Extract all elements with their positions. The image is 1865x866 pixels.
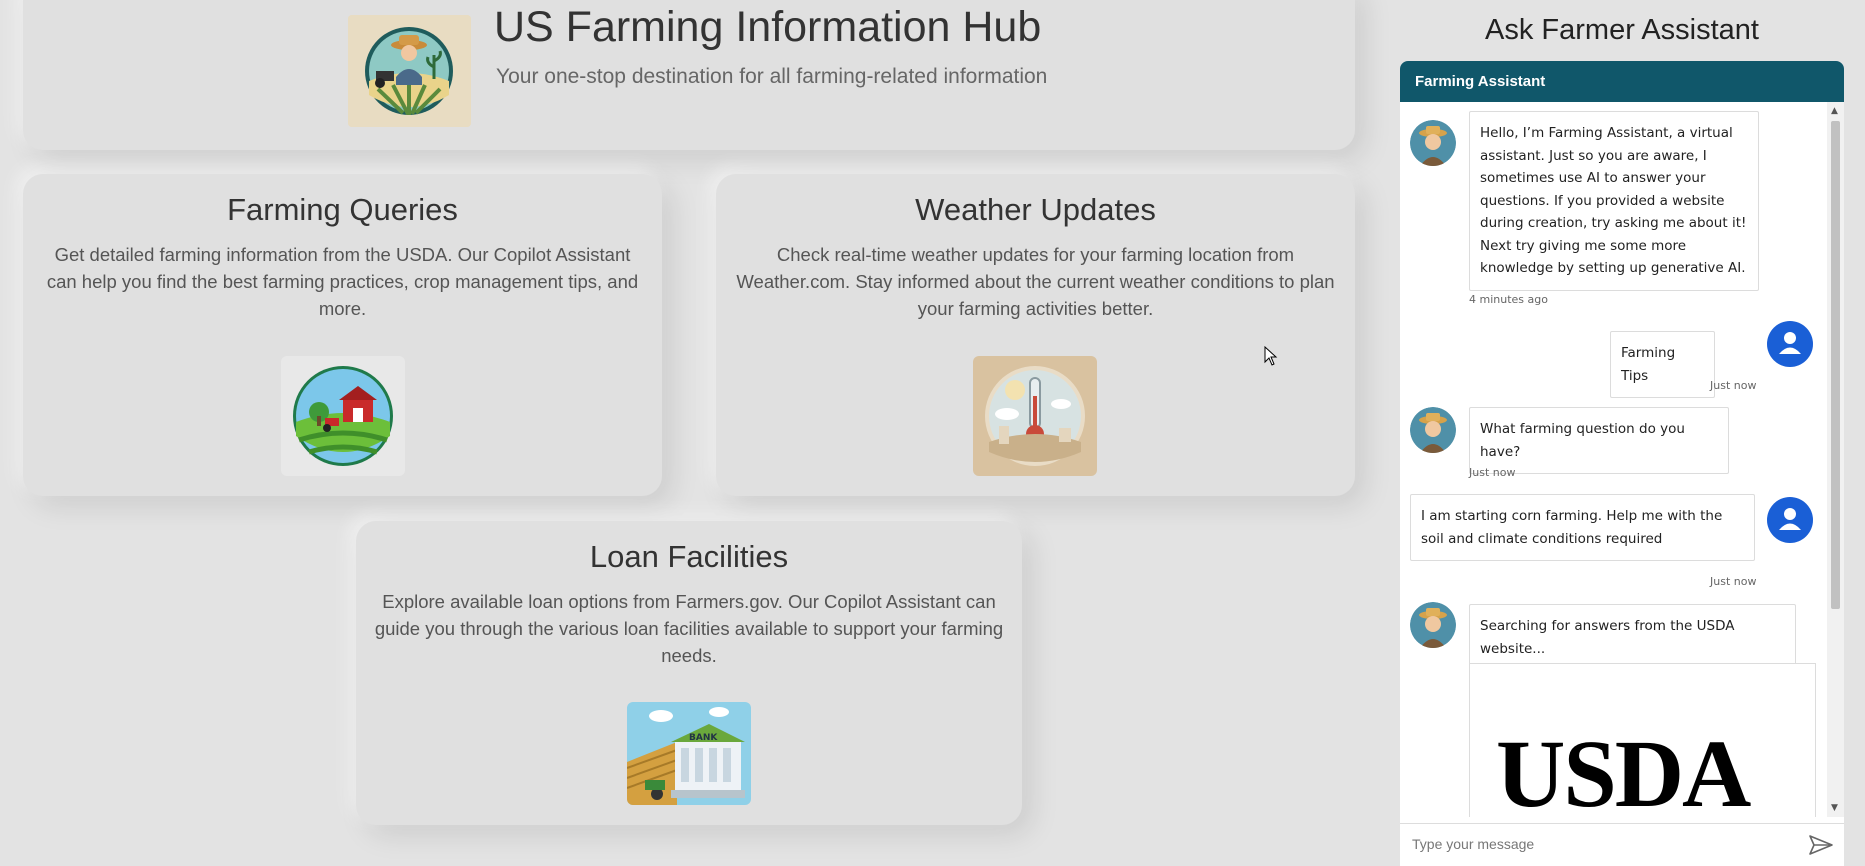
weather-updates-description: Check real-time weather updates for your… [736, 244, 1335, 319]
scroll-up-arrow-icon[interactable]: ▲ [1831, 106, 1838, 116]
weather-updates-card[interactable]: Weather Updates Check real-time weather … [716, 174, 1355, 496]
page-subtitle: Your one-stop destination for all farmin… [496, 65, 1048, 88]
scroll-thumb[interactable] [1831, 121, 1840, 609]
loan-facilities-title: Loan Facilities [589, 539, 789, 574]
weather-updates-title: Weather Updates [915, 192, 1156, 227]
svg-text:BANK: BANK [689, 733, 718, 743]
page-title: US Farming Information Hub [494, 3, 1042, 51]
chat-widget: Farming Assistant Hello, I’m Farming Ass… [1400, 61, 1844, 866]
bot-avatar [1410, 602, 1456, 648]
bot-avatar [1410, 407, 1456, 453]
farm-barn-icon [281, 356, 405, 476]
message-timestamp: Just now [1710, 379, 1757, 392]
message-input-area[interactable]: Type your message [1400, 823, 1844, 866]
send-icon[interactable] [1808, 834, 1834, 860]
farming-queries-title: Farming Queries [227, 192, 458, 227]
message-timestamp: 4 minutes ago [1469, 293, 1548, 306]
loan-facilities-description: Explore available loan options from Farm… [374, 591, 1004, 666]
farming-queries-description: Get detailed farming information from th… [46, 244, 639, 319]
header-card: US Farming Information Hub Your one-stop… [23, 0, 1355, 150]
chat-scrollbar[interactable]: ▲ ▼ [1827, 102, 1844, 817]
message-timestamp: Just now [1710, 575, 1757, 588]
usda-logo-text: USDA [1496, 720, 1751, 818]
bot-avatar [1410, 120, 1456, 166]
user-avatar [1767, 321, 1813, 367]
assistant-heading: Ask Farmer Assistant [1485, 14, 1759, 46]
message-input[interactable]: Type your message [1412, 836, 1534, 852]
bot-message: What farming question do you have? [1469, 407, 1729, 474]
message-timestamp: Just now [1469, 466, 1516, 479]
bot-message: Searching for answers from the USDA webs… [1469, 604, 1796, 671]
farming-queries-card[interactable]: Farming Queries Get detailed farming inf… [23, 174, 662, 496]
chat-header-title: Farming Assistant [1400, 61, 1844, 102]
bank-building-icon: BANK [627, 702, 751, 805]
usda-logo-card: USDA [1469, 663, 1816, 817]
farmer-logo-icon [348, 15, 471, 127]
chat-transcript[interactable]: Hello, I’m Farming Assistant, a virtual … [1400, 102, 1828, 817]
mouse-cursor-icon [1264, 345, 1278, 371]
scroll-down-arrow-icon[interactable]: ▼ [1831, 803, 1838, 813]
loan-facilities-card[interactable]: Loan Facilities Explore available loan o… [356, 521, 1022, 825]
bot-message: Hello, I’m Farming Assistant, a virtual … [1469, 111, 1759, 291]
user-avatar [1767, 497, 1813, 543]
user-message: I am starting corn farming. Help me with… [1410, 494, 1755, 561]
thermometer-weather-icon [973, 356, 1097, 476]
user-message: Farming Tips [1610, 331, 1715, 398]
